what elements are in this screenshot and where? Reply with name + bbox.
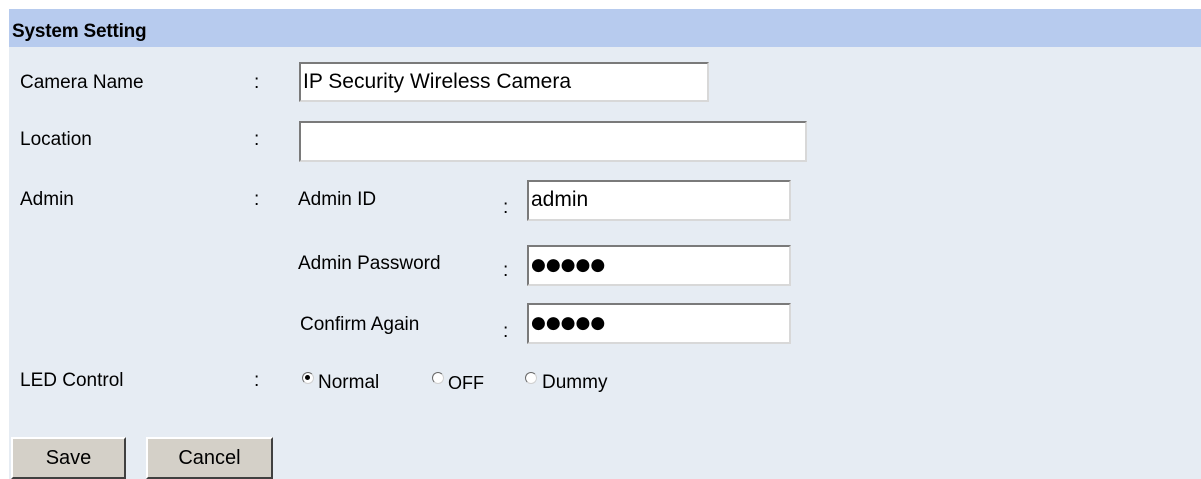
confirm-password-input[interactable]: ●●●●● [527, 303, 791, 344]
admin-password-label: Admin Password [298, 253, 441, 274]
admin-password-input[interactable]: ●●●●● [527, 245, 791, 286]
camera-name-input[interactable]: IP Security Wireless Camera [299, 62, 709, 102]
admin-label: Admin [20, 189, 74, 210]
led-off-label[interactable]: OFF [448, 372, 484, 394]
location-colon: : [254, 129, 260, 150]
confirm-again-colon: : [503, 321, 509, 342]
radio-selected-dot [305, 375, 310, 380]
led-dummy-radio[interactable] [525, 372, 537, 384]
camera-name-label: Camera Name [20, 72, 144, 93]
led-dummy-label[interactable]: Dummy [542, 372, 607, 394]
camera-name-colon: : [254, 72, 260, 93]
admin-password-colon: : [503, 260, 509, 281]
led-control-colon: : [254, 370, 260, 391]
led-off-radio[interactable] [432, 372, 444, 384]
cancel-button[interactable]: Cancel [146, 437, 273, 479]
section-title: System Setting [12, 21, 147, 42]
led-control-label: LED Control [20, 370, 124, 391]
location-input[interactable] [299, 121, 807, 162]
admin-id-label: Admin ID [298, 189, 377, 210]
confirm-again-label: Confirm Again [300, 314, 420, 335]
location-label: Location [20, 129, 92, 150]
led-normal-label[interactable]: Normal [318, 372, 379, 394]
system-setting-panel: System Setting Camera Name : IP Security… [9, 9, 1201, 479]
led-normal-radio[interactable] [302, 372, 314, 384]
admin-id-colon: : [503, 197, 509, 218]
save-button[interactable]: Save [11, 437, 126, 479]
admin-colon: : [254, 189, 260, 210]
admin-id-input[interactable]: admin [527, 180, 791, 221]
section-header: System Setting [9, 9, 1201, 47]
